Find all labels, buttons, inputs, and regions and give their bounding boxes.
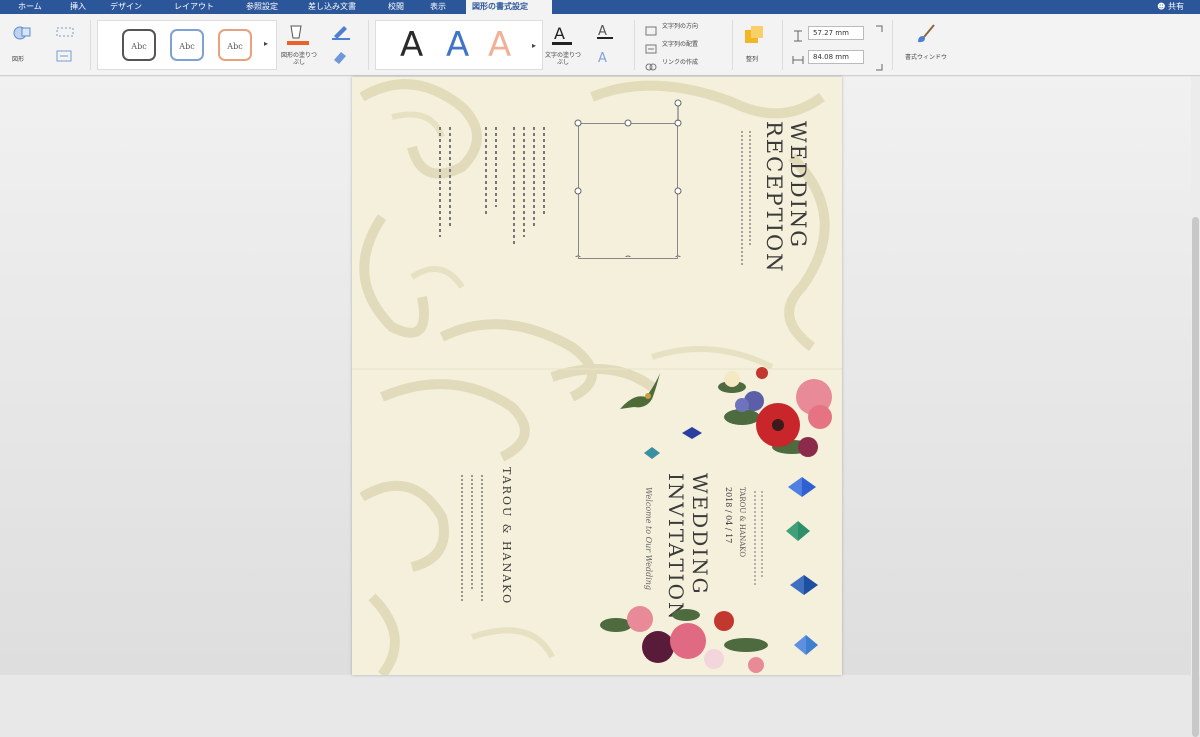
tab-view[interactable]: 表示 (424, 0, 452, 14)
share-button[interactable]: ☻ 共有 (1157, 0, 1184, 14)
paint-bucket-icon (287, 25, 309, 45)
shape-outline-button[interactable] (330, 22, 352, 44)
text-effects-icon: A (598, 51, 607, 66)
wordart-more-icon[interactable]: ▸ (532, 41, 536, 50)
tab-shape-format[interactable]: 図形の書式設定 (466, 0, 552, 14)
shapes-icon (13, 26, 31, 40)
link-icon (645, 63, 657, 71)
text-fill-icon: A (552, 24, 572, 45)
couple-names-left: TAROU & HANAKO (500, 467, 513, 606)
text-effects-button[interactable]: A (595, 48, 615, 70)
document-page[interactable]: WEDDING RECEPTION TAROU & HANAKO Welcome… (352, 77, 842, 675)
shape-style-1[interactable]: Abc (122, 29, 156, 61)
tab-layout[interactable]: レイアウト (168, 0, 220, 14)
size-dialog-icon[interactable] (874, 24, 884, 76)
text-fill-label: 文字の塗りつぶし (544, 52, 582, 66)
shape-fill-label: 図形の塗りつぶし (280, 52, 318, 66)
reception-subtext (741, 131, 751, 265)
format-pane-button[interactable] (914, 22, 938, 50)
format-pane-label: 書式ウィンドウ (904, 54, 947, 61)
shapes-label: 図形 (12, 56, 25, 63)
ribbon-divider (634, 20, 635, 70)
text-direction-icon (645, 26, 657, 36)
wordart-style-peach[interactable]: A (488, 23, 511, 67)
wordart-style-black[interactable]: A (400, 23, 423, 67)
selection-handles (574, 99, 682, 257)
ribbon-divider (90, 20, 91, 70)
svg-text:A: A (554, 24, 565, 43)
ribbon-divider (892, 20, 893, 70)
shape-style-gallery: Abc Abc Abc ▸ (97, 20, 277, 70)
ribbon-panel: 図形 Abc Abc Abc ▸ 図形の塗りつぶし A A A ▸ A 文字の塗… (0, 14, 1200, 76)
paintbrush-icon (918, 24, 935, 43)
create-link-button[interactable] (645, 57, 657, 76)
text-outline-button[interactable]: A (595, 22, 615, 44)
vertical-scrollbar[interactable] (1191, 77, 1200, 737)
program-text-block (439, 127, 545, 247)
shape-style-2[interactable]: Abc (170, 29, 204, 61)
tab-mailings[interactable]: 差し込み文書 (302, 0, 362, 14)
gallery-more-icon[interactable]: ▸ (264, 39, 268, 48)
text-align-icon (645, 44, 657, 54)
ribbon-divider (782, 20, 783, 70)
tab-references[interactable]: 参照設定 (240, 0, 284, 14)
flower-bouquet-bottom (600, 606, 768, 673)
tab-review[interactable]: 校閲 (382, 0, 410, 14)
share-label: 共有 (1168, 2, 1184, 11)
shape-fill-button[interactable] (285, 22, 311, 50)
invitation-message-text (461, 475, 483, 601)
text-direction-button[interactable] (645, 21, 657, 40)
textbox-icon (56, 50, 72, 62)
height-icon (792, 27, 804, 46)
bird-illustration (620, 373, 660, 409)
text-fill-button[interactable]: A (550, 22, 574, 50)
shape-style-3[interactable]: Abc (218, 29, 252, 61)
arrange-button[interactable] (743, 24, 765, 50)
wordart-style-blue[interactable]: A (446, 23, 469, 67)
ribbon-divider (732, 20, 733, 70)
width-icon (792, 51, 804, 70)
scrollbar-thumb[interactable] (1192, 217, 1199, 737)
textbox-button[interactable] (54, 48, 78, 67)
ribbon-divider (368, 20, 369, 70)
shape-width-input[interactable]: 84.08 mm (808, 50, 864, 64)
pen-outline-icon (332, 26, 350, 40)
shape-effects-button[interactable] (330, 48, 352, 70)
text-align-button[interactable] (645, 39, 657, 58)
text-align-label[interactable]: 文字列の配置 (662, 41, 698, 48)
effects-icon (334, 52, 346, 64)
shape-height-input[interactable]: 57.27 mm (808, 26, 864, 40)
arrange-label: 整列 (746, 56, 759, 63)
text-outline-icon: A (597, 24, 613, 39)
wordart-gallery: A A A ▸ (375, 20, 543, 70)
tab-home[interactable]: ホーム (12, 0, 48, 14)
ribbon-tab-bar: ホーム 挿入 デザイン レイアウト 参照設定 差し込み文書 校閲 表示 図形の書… (0, 0, 1200, 14)
edit-shape-button[interactable] (54, 24, 78, 43)
user-icon: ☻ (1157, 2, 1166, 11)
tab-design[interactable]: デザイン (104, 0, 148, 14)
svg-text:A: A (598, 51, 607, 66)
svg-text:A: A (598, 24, 607, 39)
edit-points-icon (56, 27, 74, 37)
tab-insert[interactable]: 挿入 (64, 0, 92, 14)
shapes-button[interactable] (12, 24, 34, 46)
create-link-label[interactable]: リンクの作成 (662, 59, 698, 66)
reception-title: WEDDING RECEPTION (762, 121, 810, 274)
text-direction-label[interactable]: 文字列の方向 (662, 23, 698, 30)
arrange-icon (745, 26, 763, 43)
